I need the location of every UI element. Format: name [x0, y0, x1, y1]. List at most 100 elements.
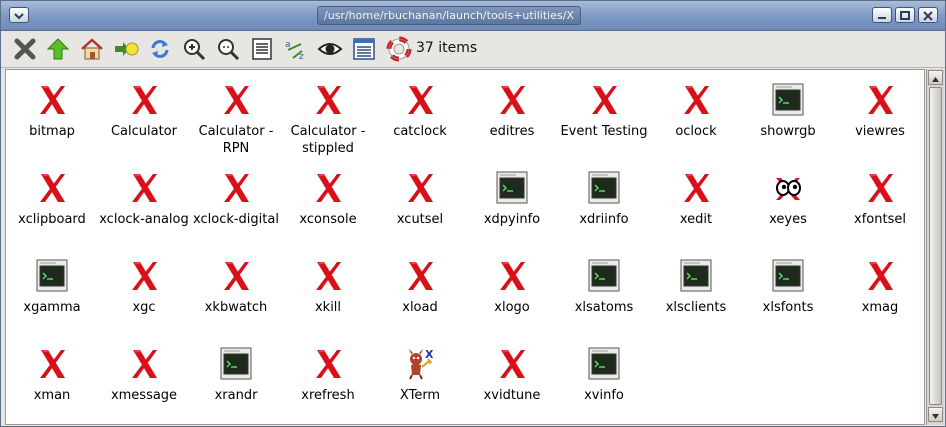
file-item[interactable]: Calculator - stippled	[282, 70, 374, 158]
file-item[interactable]: xeyes	[742, 158, 834, 246]
zoom-out-button[interactable]	[215, 36, 241, 62]
file-item-label: xconsole	[299, 212, 357, 227]
file-item[interactable]: xrandr	[190, 334, 282, 422]
x-icon	[862, 170, 898, 206]
file-item[interactable]: editres	[466, 70, 558, 158]
go-up-button[interactable]	[45, 36, 71, 62]
x-icon	[678, 82, 714, 118]
file-item-label: xlsatoms	[574, 300, 634, 315]
x-icon	[678, 170, 714, 206]
sort-button[interactable]: az	[283, 36, 309, 62]
file-item[interactable]: xkbwatch	[190, 246, 282, 334]
file-item[interactable]: xdpyinfo	[466, 158, 558, 246]
file-item[interactable]: xclock-analog	[98, 158, 190, 246]
file-item[interactable]: xmag	[834, 246, 926, 334]
icon-grid[interactable]: bitmap Calculator Calculator - RPN Calculat…	[5, 69, 925, 425]
file-item-label: editres	[489, 124, 535, 139]
file-item[interactable]: xclock-digital	[190, 158, 282, 246]
zoom-in-button[interactable]	[181, 36, 207, 62]
terminal-icon	[218, 346, 254, 382]
x-icon	[34, 170, 70, 206]
file-item-label: xmessage	[110, 388, 178, 403]
bookmark-button[interactable]	[113, 36, 139, 62]
file-item-label: xedit	[679, 212, 713, 227]
terminal-icon	[34, 258, 70, 294]
file-item[interactable]: showrgb	[742, 70, 834, 158]
file-item[interactable]: viewres	[834, 70, 926, 158]
file-item[interactable]: xfontsel	[834, 158, 926, 246]
refresh-button[interactable]	[147, 36, 173, 62]
file-item-label: xrefresh	[301, 388, 355, 403]
close-folder-button[interactable]	[12, 36, 38, 62]
file-item-label: xclock-analog	[99, 212, 189, 227]
file-item[interactable]: bitmap	[6, 70, 98, 158]
file-item[interactable]: xrefresh	[282, 334, 374, 422]
x-icon	[402, 82, 438, 118]
file-item[interactable]: xlsclients	[650, 246, 742, 334]
up-triangle-icon	[932, 77, 939, 82]
file-item-label: Calculator - stippled	[290, 124, 366, 156]
maximize-icon	[900, 11, 910, 20]
file-item[interactable]: xclipboard	[6, 158, 98, 246]
file-item[interactable]: catclock	[374, 70, 466, 158]
list-view-button[interactable]	[351, 36, 377, 62]
eye-icon	[317, 43, 343, 55]
close-button[interactable]	[918, 7, 938, 23]
file-item[interactable]: Event Testing	[558, 70, 650, 158]
x-icon	[126, 346, 162, 382]
file-item[interactable]: xload	[374, 246, 466, 334]
terminal-icon	[770, 258, 806, 294]
scroll-down-button[interactable]	[928, 407, 943, 422]
scrollbar-thumb[interactable]	[929, 87, 942, 405]
home-button[interactable]	[79, 36, 105, 62]
file-item-label: xrandr	[214, 388, 258, 403]
file-item[interactable]: Calculator	[98, 70, 190, 158]
x-icon	[494, 258, 530, 294]
file-item[interactable]: Calculator - RPN	[190, 70, 282, 158]
file-item[interactable]: xmessage	[98, 334, 190, 422]
zoom-in-icon	[184, 39, 206, 61]
help-button[interactable]	[386, 36, 412, 62]
window-menu-button[interactable]	[9, 7, 29, 23]
sort-az-icon: az	[285, 40, 304, 62]
file-item-label: Event Testing	[560, 124, 648, 139]
file-item[interactable]: xlsatoms	[558, 246, 650, 334]
file-item-label: xvidtune	[483, 388, 541, 403]
title-bar[interactable]: /usr/home/rbuchanan/launch/tools+utiliti…	[1, 1, 945, 31]
toolbar: az 37 items	[1, 31, 945, 68]
file-item[interactable]: xman	[6, 334, 98, 422]
terminal-icon	[586, 346, 622, 382]
file-item[interactable]: xcutsel	[374, 158, 466, 246]
file-item[interactable]: xvinfo	[558, 334, 650, 422]
file-item[interactable]: X XTerm	[374, 334, 466, 422]
up-arrow-icon	[46, 38, 70, 60]
x-icon	[310, 82, 346, 118]
file-item[interactable]: xlogo	[466, 246, 558, 334]
file-item[interactable]: xgamma	[6, 246, 98, 334]
file-item-label: xfontsel	[854, 212, 906, 227]
file-item-label: xlsclients	[665, 300, 727, 315]
file-item-label: xcutsel	[396, 212, 444, 227]
file-item[interactable]: xedit	[650, 158, 742, 246]
zoom-out-icon	[218, 39, 240, 61]
scroll-up-button[interactable]	[928, 70, 943, 85]
file-item[interactable]: xgc	[98, 246, 190, 334]
chevron-down-icon	[14, 13, 24, 20]
file-item[interactable]: xlsfonts	[742, 246, 834, 334]
file-item[interactable]: xvidtune	[466, 334, 558, 422]
details-view-button[interactable]	[249, 36, 275, 62]
home-icon	[81, 38, 103, 60]
file-item[interactable]: xconsole	[282, 158, 374, 246]
file-manager-window: /usr/home/rbuchanan/launch/tools+utiliti…	[0, 0, 946, 427]
file-item[interactable]: xdriinfo	[558, 158, 650, 246]
terminal-icon	[770, 82, 806, 118]
file-item[interactable]: oclock	[650, 70, 742, 158]
vertical-scrollbar[interactable]	[926, 69, 944, 425]
bookmark-icon	[115, 42, 139, 56]
maximize-button[interactable]	[895, 7, 915, 23]
x-icon	[494, 82, 530, 118]
minimize-button[interactable]	[872, 7, 892, 23]
show-hidden-button[interactable]	[317, 36, 343, 62]
file-item-label: xclock-digital	[193, 212, 279, 227]
file-item[interactable]: xkill	[282, 246, 374, 334]
